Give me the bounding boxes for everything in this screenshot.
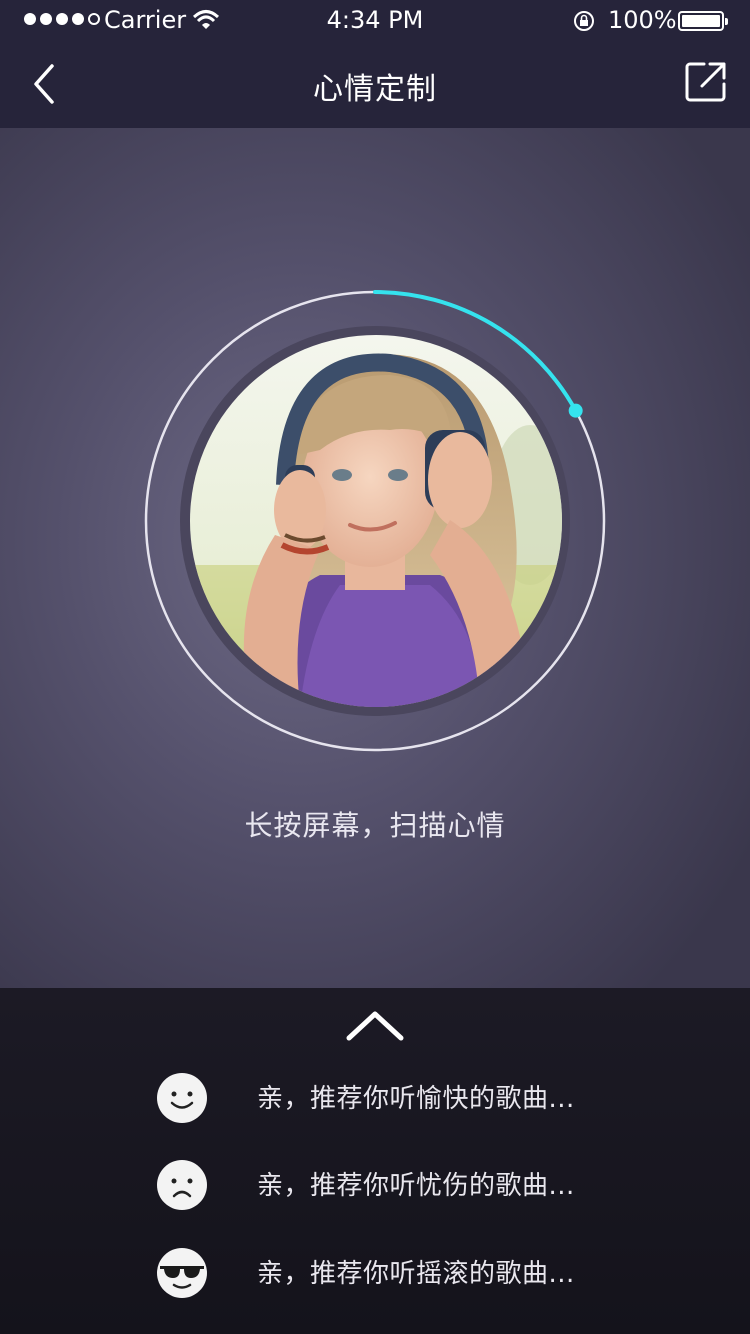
mood-recommendation-drawer: 亲，推荐你听愉快的歌曲... 亲，推荐你听忧伤的歌曲... 亲，推荐你听摇滚的歌…	[0, 988, 750, 1334]
mood-item-label: 亲，推荐你听摇滚的歌曲...	[257, 1259, 575, 1289]
mood-scanner-area[interactable]: 长按屏幕，扫描心情	[0, 128, 750, 988]
mood-item-sad[interactable]: 亲，推荐你听忧伤的歌曲...	[150, 1155, 630, 1215]
mood-item-label: 亲，推荐你听忧伤的歌曲...	[257, 1171, 575, 1201]
top-bar: Carrier 4:34 PM 100% 心情定制	[0, 0, 750, 128]
chevron-up-icon[interactable]	[340, 1002, 410, 1046]
mood-item-label: 亲，推荐你听愉快的歌曲...	[257, 1084, 575, 1114]
navigation-bar: 心情定制	[0, 40, 750, 128]
share-button[interactable]	[684, 60, 728, 104]
scan-hint-text: 长按屏幕，扫描心情	[244, 809, 506, 842]
happy-face-icon	[157, 1073, 207, 1123]
mood-item-rock[interactable]: 亲，推荐你听摇滚的歌曲...	[150, 1243, 630, 1303]
page-title: 心情定制	[313, 72, 437, 107]
rotation-lock-icon	[574, 11, 594, 31]
status-bar: Carrier 4:34 PM 100%	[0, 0, 750, 40]
battery-percent: 100%	[608, 6, 677, 34]
mood-item-happy[interactable]: 亲，推荐你听愉快的歌曲...	[150, 1068, 630, 1128]
battery-icon	[678, 11, 728, 31]
avatar-photo	[190, 335, 562, 707]
sad-face-icon	[157, 1160, 207, 1210]
sunglasses-face-icon	[157, 1248, 207, 1298]
